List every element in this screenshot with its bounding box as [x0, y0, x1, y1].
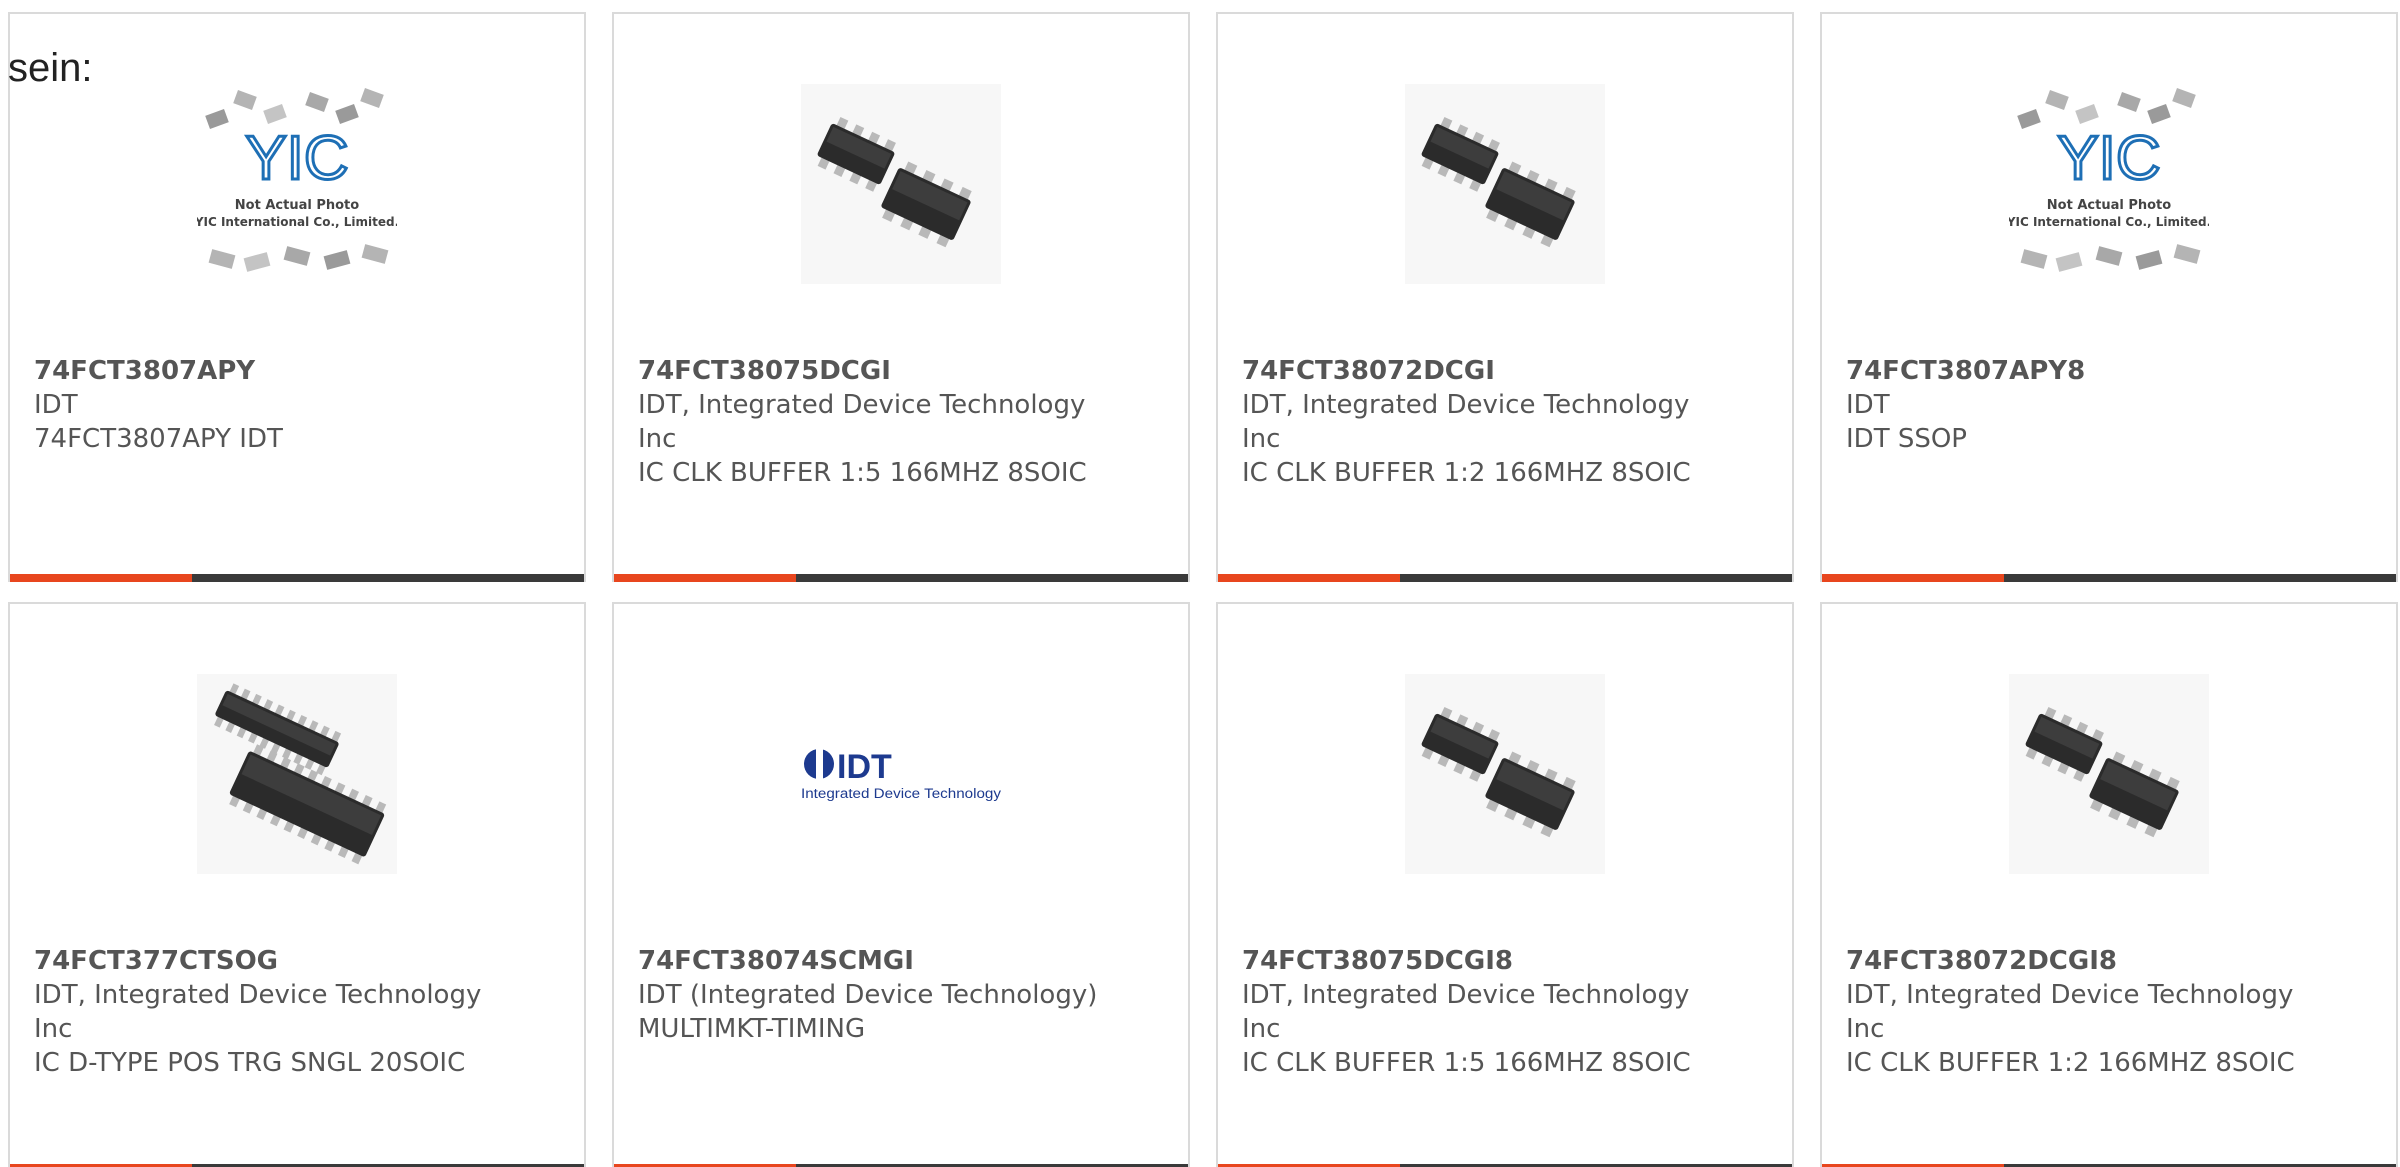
- description: IC D-TYPE POS TRG SNGL 20SOIC: [34, 1048, 466, 1078]
- product-image[interactable]: YIC Not Actual Photo YIC International Co.…: [2006, 84, 2211, 284]
- card-accent-bar: [614, 574, 796, 582]
- description: IC CLK BUFFER 1:2 166MHZ 8SOIC: [1846, 1048, 2295, 1078]
- product-image[interactable]: IDT Integrated Device Technology: [801, 674, 1001, 874]
- part-number[interactable]: 74FCT3807APY8: [1846, 354, 2336, 388]
- manufacturer: IDT: [1846, 390, 1890, 420]
- product-image[interactable]: [197, 674, 397, 874]
- card-accent-bar: [1822, 574, 2004, 582]
- description: IC CLK BUFFER 1:5 166MHZ 8SOIC: [638, 458, 1087, 488]
- part-number[interactable]: 74FCT38075DCGI8: [1242, 944, 1732, 978]
- product-image[interactable]: [1405, 84, 1605, 284]
- svg-text:YIC International Co., Limited: YIC International Co., Limited.: [197, 215, 397, 229]
- card-accent-bar: [10, 574, 192, 582]
- product-image[interactable]: YIC Not Actual Photo YIC International Co.…: [194, 84, 399, 284]
- product-info: 74FCT38075DCGI IDT, Integrated Device Te…: [638, 354, 1128, 490]
- svg-text:YIC International Co., Limited: YIC International Co., Limited.: [2009, 215, 2209, 229]
- intro-text: sein:: [8, 46, 93, 90]
- part-number[interactable]: 74FCT38075DCGI: [638, 354, 1128, 388]
- card-bottom-bar: [614, 574, 1188, 582]
- product-card[interactable]: YIC Not Actual Photo YIC International Co.…: [1820, 12, 2398, 582]
- soic8-chip-icon: [1405, 674, 1605, 874]
- product-image[interactable]: [1405, 674, 1605, 874]
- product-card[interactable]: 74FCT38072DCGI IDT, Integrated Device Te…: [1216, 12, 1794, 582]
- soic8-chip-icon: [1405, 84, 1605, 284]
- svg-text:YIC: YIC: [245, 124, 348, 193]
- product-card[interactable]: 74FCT38075DCGI8 IDT, Integrated Device T…: [1216, 602, 1794, 1167]
- svg-text:IDT: IDT: [837, 748, 892, 786]
- manufacturer: IDT, Integrated Device Technology Inc: [34, 980, 482, 1044]
- product-info: 74FCT38072DCGI8 IDT, Integrated Device T…: [1846, 944, 2336, 1080]
- product-info: 74FCT377CTSOG IDT, Integrated Device Tec…: [34, 944, 524, 1080]
- not-actual-photo-placeholder: YIC Not Actual Photo YIC International Co.…: [2006, 88, 2211, 272]
- description: 74FCT3807APY IDT: [34, 424, 283, 454]
- product-card[interactable]: 74FCT38075DCGI IDT, Integrated Device Te…: [612, 12, 1190, 582]
- product-image[interactable]: [801, 84, 1001, 284]
- card-accent-bar: [1218, 574, 1400, 582]
- product-info: 74FCT3807APY IDT 74FCT3807APY IDT: [34, 354, 524, 456]
- soic8-chip-icon: [2009, 674, 2209, 874]
- not-actual-photo-placeholder: YIC Not Actual Photo YIC International Co.…: [194, 88, 399, 272]
- product-info: 74FCT38072DCGI IDT, Integrated Device Te…: [1242, 354, 1732, 490]
- product-card[interactable]: YIC Not Actual Photo YIC International Co.…: [8, 12, 586, 582]
- soic20-chip-icon: [197, 674, 397, 874]
- product-info: 74FCT38075DCGI8 IDT, Integrated Device T…: [1242, 944, 1732, 1080]
- page: YIC Not Actual Photo YIC International Co.…: [0, 0, 2400, 1167]
- product-info: 74FCT3807APY8 IDT IDT SSOP: [1846, 354, 2336, 456]
- product-card[interactable]: IDT Integrated Device Technology 74FCT380…: [612, 602, 1190, 1167]
- part-number[interactable]: 74FCT38072DCGI8: [1846, 944, 2336, 978]
- idt-logo-icon: IDTIntegrated Device Technology: [801, 748, 1001, 801]
- description: IC CLK BUFFER 1:2 166MHZ 8SOIC: [1242, 458, 1691, 488]
- svg-text:Not Actual Photo: Not Actual Photo: [2047, 198, 2171, 213]
- description: MULTIMKT-TIMING: [638, 1014, 866, 1044]
- svg-text:Integrated Device Technology: Integrated Device Technology: [801, 786, 1001, 801]
- product-grid: YIC Not Actual Photo YIC International Co.…: [8, 12, 2398, 1167]
- manufacturer: IDT, Integrated Device Technology Inc: [638, 390, 1086, 454]
- product-info: 74FCT38074SCMGI IDT (Integrated Device T…: [638, 944, 1128, 1046]
- part-number[interactable]: 74FCT3807APY: [34, 354, 524, 388]
- description: IC CLK BUFFER 1:5 166MHZ 8SOIC: [1242, 1048, 1691, 1078]
- product-card[interactable]: 74FCT38072DCGI8 IDT, Integrated Device T…: [1820, 602, 2398, 1167]
- part-number[interactable]: 74FCT38074SCMGI: [638, 944, 1128, 978]
- part-number[interactable]: 74FCT377CTSOG: [34, 944, 524, 978]
- card-bottom-bar: [1218, 574, 1792, 582]
- product-image[interactable]: [2009, 674, 2209, 874]
- manufacturer: IDT (Integrated Device Technology): [638, 980, 1098, 1010]
- part-number[interactable]: 74FCT38072DCGI: [1242, 354, 1732, 388]
- svg-text:Not Actual Photo: Not Actual Photo: [235, 198, 359, 213]
- manufacturer: IDT: [34, 390, 78, 420]
- description: IDT SSOP: [1846, 424, 1967, 454]
- soic8-chip-icon: [801, 84, 1001, 284]
- card-bottom-bar: [1822, 574, 2396, 582]
- manufacturer: IDT, Integrated Device Technology Inc: [1846, 980, 2294, 1044]
- card-bottom-bar: [10, 574, 584, 582]
- manufacturer: IDT, Integrated Device Technology Inc: [1242, 390, 1690, 454]
- svg-text:YIC: YIC: [2057, 124, 2160, 193]
- manufacturer: IDT, Integrated Device Technology Inc: [1242, 980, 1690, 1044]
- product-card[interactable]: 74FCT377CTSOG IDT, Integrated Device Tec…: [8, 602, 586, 1167]
